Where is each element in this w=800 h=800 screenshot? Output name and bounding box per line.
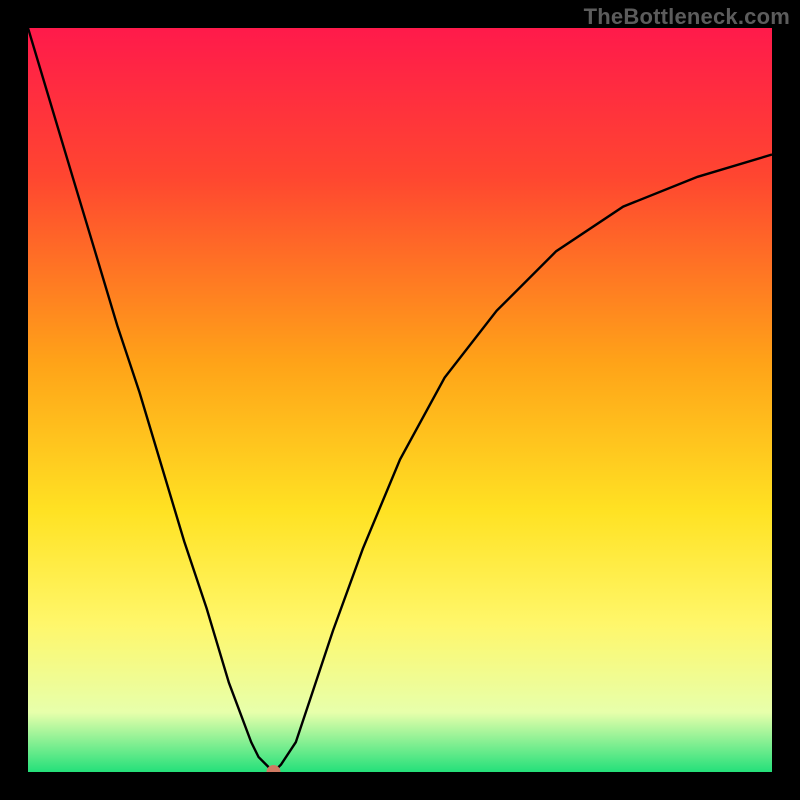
- plot-area: [28, 28, 772, 772]
- watermark-text: TheBottleneck.com: [584, 4, 790, 30]
- chart-frame: TheBottleneck.com: [0, 0, 800, 800]
- gradient-background: [28, 28, 772, 772]
- chart-svg: [28, 28, 772, 772]
